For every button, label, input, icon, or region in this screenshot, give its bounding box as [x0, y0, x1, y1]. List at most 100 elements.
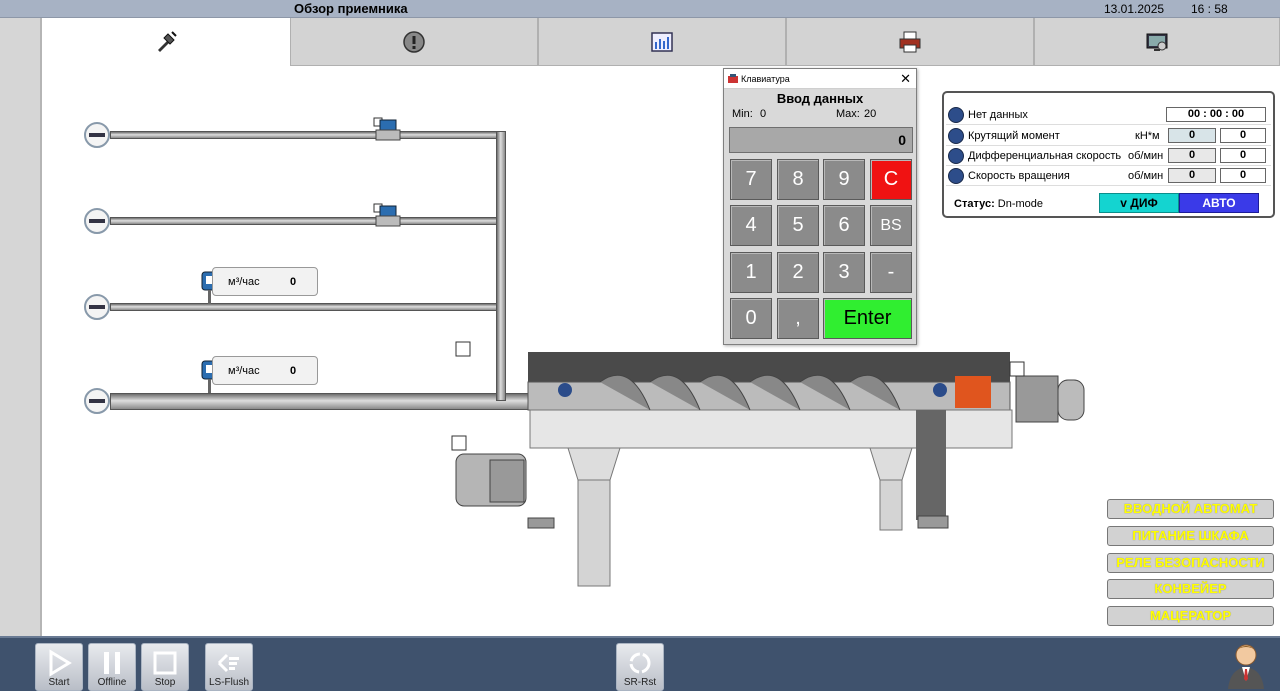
stop-icon — [153, 651, 177, 675]
key-6[interactable]: 6 — [823, 205, 865, 246]
pipe-1 — [110, 131, 504, 139]
title-bar: Обзор приемника 13.01.2025 16 : 58 — [0, 0, 1280, 18]
diff-speed-value-1[interactable]: 0 — [1168, 148, 1216, 163]
bottom-toolbar: Start Offline Stop LS-Flush SR-Rst — [0, 636, 1280, 691]
date-display: 13.01.2025 — [1104, 2, 1165, 16]
ls-flush-button[interactable]: LS-Flush — [205, 643, 253, 691]
key-1[interactable]: 1 — [730, 252, 772, 293]
sr-reset-label: SR-Rst — [623, 677, 657, 688]
flush-icon — [217, 653, 239, 673]
rot-speed-value-2[interactable]: 0 — [1220, 168, 1266, 183]
rot-speed-value-1[interactable]: 0 — [1168, 168, 1216, 183]
inlet-1-icon — [84, 122, 110, 148]
offline-button[interactable]: Offline — [88, 643, 136, 691]
monitor-settings-icon — [1146, 33, 1168, 51]
close-icon[interactable]: ✕ — [900, 71, 911, 87]
keypad-heading: Ввод данных — [776, 91, 864, 106]
page-title: Обзор приемника — [294, 1, 408, 16]
flow-meter-1-value: 0 — [290, 276, 297, 288]
inlet-2-icon — [84, 208, 110, 234]
key-3[interactable]: 3 — [823, 252, 865, 293]
warning-icon — [403, 30, 425, 53]
tab-process[interactable] — [42, 18, 290, 66]
valve-1-icon — [373, 117, 401, 141]
torque-value-2[interactable]: 0 — [1220, 128, 1266, 143]
start-button[interactable]: Start — [35, 643, 83, 691]
decanter-centrifuge — [451, 341, 1085, 587]
key-enter[interactable]: Enter — [823, 298, 912, 339]
inlet-4-icon — [84, 388, 110, 414]
keypad-display[interactable]: 0 — [729, 127, 913, 153]
min-value: 0 — [760, 108, 767, 120]
sr-reset-button[interactable]: SR-Rst — [616, 643, 664, 691]
ls-flush-label: LS-Flush — [208, 677, 249, 688]
tab-bar — [42, 18, 1280, 66]
pipe-3 — [110, 303, 504, 311]
key-8[interactable]: 8 — [777, 159, 819, 200]
flow-meter-2-unit: м³/час — [228, 365, 260, 377]
stop-button[interactable]: Stop — [141, 643, 189, 691]
macerator-button[interactable]: МАЦЕРАТОР — [1107, 606, 1274, 626]
play-icon — [49, 649, 72, 677]
diff-speed-unit: об/мин — [1128, 150, 1164, 162]
diff-mode-button[interactable]: v ДИФ — [1099, 193, 1179, 213]
key-clear[interactable]: C — [870, 159, 912, 200]
offline-label: Offline — [97, 677, 127, 688]
keypad-dialog: Клавиатура ✕ Ввод данных Min: 0 Max: 20 … — [723, 68, 917, 345]
status-line: Статус: Dn-mode — [954, 198, 1043, 210]
valve-2-icon — [373, 203, 401, 227]
stop-label: Stop — [154, 677, 176, 688]
status-label: Статус: — [954, 198, 995, 210]
no-data-time: 00 : 00 : 00 — [1166, 107, 1266, 122]
key-5[interactable]: 5 — [777, 205, 819, 246]
torque-unit: кН*м — [1135, 130, 1160, 142]
torque-value-1[interactable]: 0 — [1168, 128, 1216, 143]
tab-alarms[interactable] — [290, 18, 538, 66]
key-comma[interactable]: , — [777, 298, 819, 339]
torque-icon — [948, 128, 964, 144]
safety-relay-button[interactable]: РЕЛЕ БЕЗОПАСНОСТИ — [1107, 553, 1274, 573]
reset-icon — [629, 652, 651, 674]
flow-meter-1-unit: м³/час — [228, 276, 260, 288]
diff-speed-value-2[interactable]: 0 — [1220, 148, 1266, 163]
flow-meter-2[interactable]: м³/час 0 — [212, 356, 318, 385]
main-breaker-button[interactable]: ВВОДНОЙ АВТОМАТ — [1107, 499, 1274, 519]
key-backspace[interactable]: BS — [870, 205, 912, 246]
key-4[interactable]: 4 — [730, 205, 772, 246]
no-data-label: Нет данных — [968, 109, 1028, 121]
min-label: Min: — [732, 108, 753, 120]
cabinet-power-button[interactable]: ПИТАНИЕ ШКАФА — [1107, 526, 1274, 546]
left-strip — [0, 18, 42, 636]
keypad-titlebar: Клавиатура ✕ — [724, 69, 916, 89]
drill-icon — [158, 31, 177, 52]
keyboard-icon — [728, 73, 738, 83]
gear-icon — [948, 148, 964, 164]
info-row-diff-speed: Дифференциальная скорость об/мин 0 0 — [946, 147, 1271, 166]
inlet-3-icon — [84, 294, 110, 320]
tab-trends[interactable] — [538, 18, 786, 66]
info-row-torque: Крутящий момент кН*м 0 0 — [946, 127, 1271, 146]
conveyor-button[interactable]: КОНВЕЙЕР — [1107, 579, 1274, 599]
auto-mode-button[interactable]: АВТО — [1179, 193, 1259, 213]
time-display: 16 : 58 — [1191, 2, 1228, 16]
key-7[interactable]: 7 — [730, 159, 772, 200]
tab-print[interactable] — [786, 18, 1034, 66]
key-2[interactable]: 2 — [777, 252, 819, 293]
key-9[interactable]: 9 — [823, 159, 865, 200]
keypad-window-title: Клавиатура — [741, 73, 790, 84]
torque-label: Крутящий момент — [968, 130, 1060, 142]
user-avatar-icon[interactable] — [1226, 641, 1266, 689]
max-value: 20 — [864, 108, 877, 120]
flow-meter-2-value: 0 — [290, 365, 297, 377]
tab-settings[interactable] — [1034, 18, 1280, 66]
stop-circle-icon — [948, 107, 964, 123]
start-label: Start — [48, 677, 70, 688]
key-minus[interactable]: - — [870, 252, 912, 293]
flow-meter-1[interactable]: м³/час 0 — [212, 267, 318, 296]
diff-speed-label: Дифференциальная скорость — [968, 150, 1122, 162]
printer-icon — [899, 31, 921, 52]
rot-speed-label: Скорость вращения — [968, 170, 1070, 182]
drive-info-panel: Нет данных 00 : 00 : 00 Крутящий момент … — [942, 91, 1275, 218]
key-0[interactable]: 0 — [730, 298, 772, 339]
chart-icon — [651, 31, 673, 52]
